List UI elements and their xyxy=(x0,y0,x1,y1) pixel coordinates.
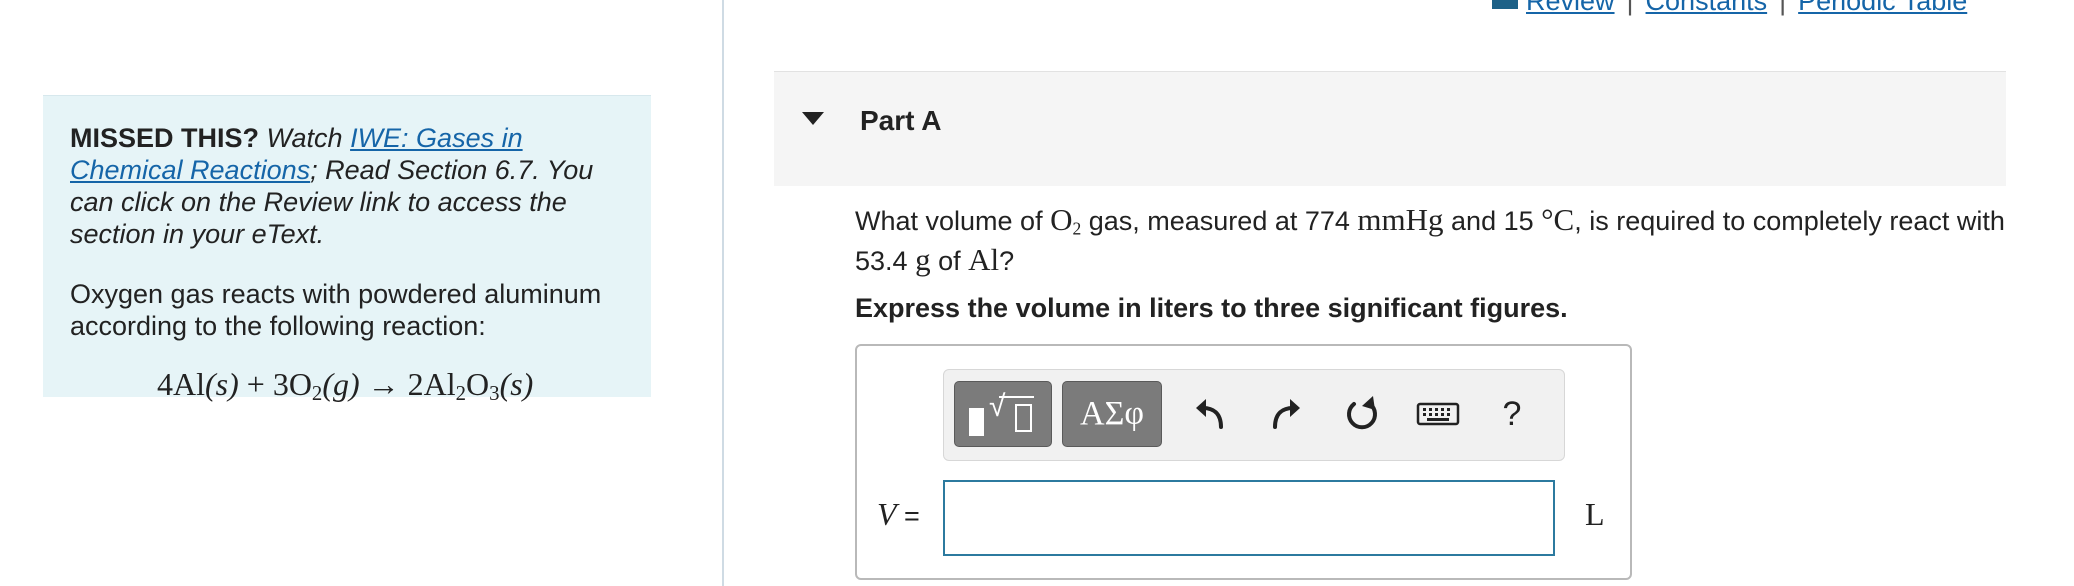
answer-box: √ ΑΣφ ? V = L xyxy=(855,344,1632,580)
link-separator: | xyxy=(1779,0,1787,16)
answer-unit: L xyxy=(1585,496,1605,532)
template-block-icon xyxy=(969,408,984,436)
periodic-table-link[interactable]: Periodic Table xyxy=(1798,0,1967,16)
answer-input[interactable] xyxy=(943,480,1555,556)
keyboard-icon[interactable] xyxy=(1415,391,1461,437)
templates-button[interactable]: √ xyxy=(954,381,1052,447)
question-text: What volume of O2 gas, measured at 774 m… xyxy=(855,202,2005,278)
book-icon xyxy=(1492,0,1518,9)
redo-icon[interactable] xyxy=(1263,391,1309,437)
part-title: Part A xyxy=(860,105,942,136)
greek-symbols-button[interactable]: ΑΣφ xyxy=(1062,381,1162,447)
part-a-header[interactable]: Part A xyxy=(774,71,2006,186)
constants-link[interactable]: Constants xyxy=(1646,0,1768,16)
sqrt-bar-icon xyxy=(999,396,1034,398)
header-links: Review | Constants | Periodic Table xyxy=(1492,0,1967,17)
undo-icon[interactable] xyxy=(1187,391,1233,437)
missed-this-label: MISSED THIS? xyxy=(70,123,260,153)
link-separator: | xyxy=(1626,0,1634,16)
reset-icon[interactable] xyxy=(1339,391,1385,437)
collapse-caret-icon[interactable] xyxy=(802,112,824,125)
answer-variable-label: V = xyxy=(877,496,920,532)
help-icon[interactable]: ? xyxy=(1489,391,1535,437)
hint-body: Oxygen gas reacts with powdered aluminum… xyxy=(70,279,602,341)
hint-panel: MISSED THIS? Watch IWE: Gases in Chemica… xyxy=(43,95,651,405)
watch-text: Watch xyxy=(259,123,351,153)
review-link[interactable]: Review xyxy=(1526,0,1615,16)
hint-intro: MISSED THIS? Watch IWE: Gases in Chemica… xyxy=(70,122,624,250)
math-toolbar: √ ΑΣφ ? xyxy=(943,369,1565,461)
column-divider xyxy=(722,0,724,586)
instruction-text: Express the volume in liters to three si… xyxy=(855,293,1568,323)
chemical-equation: 4Al(s) + 3O2(g) → 2Al2O3(s) xyxy=(157,366,534,406)
template-box-icon xyxy=(1015,404,1032,432)
